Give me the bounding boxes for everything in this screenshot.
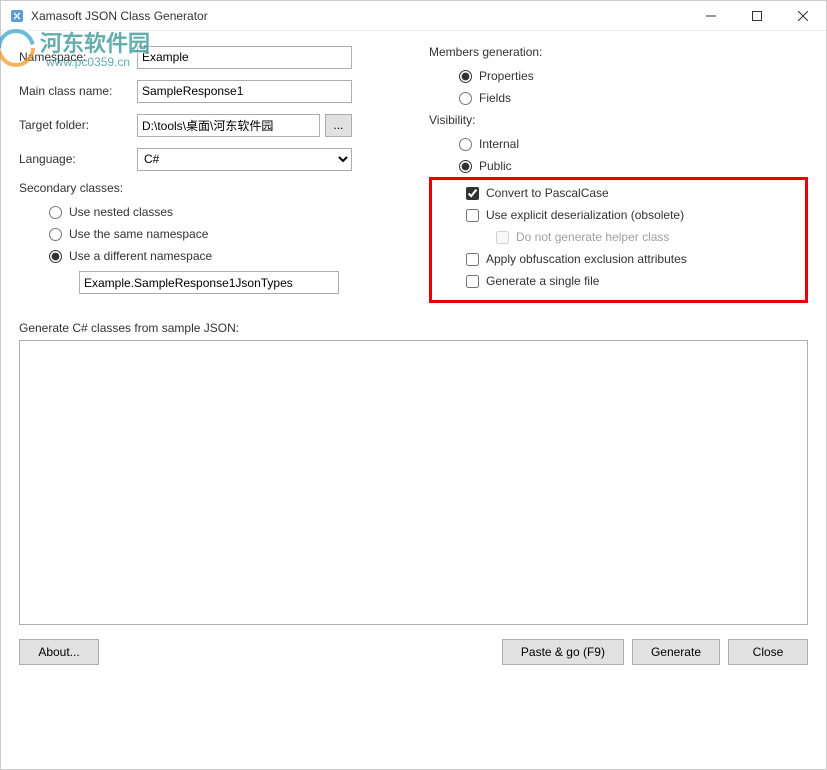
- options-highlight-box: Convert to PascalCase Use explicit deser…: [429, 177, 808, 303]
- close-window-button[interactable]: [780, 1, 826, 30]
- fields-radio[interactable]: [459, 92, 472, 105]
- members-label: Members generation:: [429, 45, 808, 59]
- samens-label: Use the same namespace: [69, 227, 208, 241]
- public-label: Public: [479, 159, 512, 173]
- explicit-checkbox[interactable]: [466, 209, 479, 222]
- app-icon: [9, 8, 25, 24]
- pascal-label: Convert to PascalCase: [486, 186, 609, 200]
- diffns-radio[interactable]: [49, 250, 62, 263]
- single-checkbox[interactable]: [466, 275, 479, 288]
- nohelper-label: Do not generate helper class: [516, 230, 669, 244]
- nohelper-checkbox: [496, 231, 509, 244]
- properties-label: Properties: [479, 69, 534, 83]
- obfus-label: Apply obfuscation exclusion attributes: [486, 252, 687, 266]
- about-button[interactable]: About...: [19, 639, 99, 665]
- titlebar: Xamasoft JSON Class Generator: [1, 1, 826, 31]
- browse-button[interactable]: ...: [325, 114, 352, 137]
- samens-radio[interactable]: [49, 228, 62, 241]
- language-select[interactable]: C#: [137, 148, 352, 171]
- window-title: Xamasoft JSON Class Generator: [31, 9, 688, 23]
- internal-radio[interactable]: [459, 138, 472, 151]
- generate-button[interactable]: Generate: [632, 639, 720, 665]
- nested-label: Use nested classes: [69, 205, 173, 219]
- pascal-checkbox[interactable]: [466, 187, 479, 200]
- target-input[interactable]: [137, 114, 320, 137]
- diffns-input[interactable]: [79, 271, 339, 294]
- close-button[interactable]: Close: [728, 639, 808, 665]
- internal-label: Internal: [479, 137, 519, 151]
- fields-label: Fields: [479, 91, 511, 105]
- namespace-label: Namespace:: [19, 50, 137, 64]
- target-label: Target folder:: [19, 118, 137, 132]
- diffns-label: Use a different namespace: [69, 249, 212, 263]
- json-textarea[interactable]: [19, 340, 808, 625]
- minimize-button[interactable]: [688, 1, 734, 30]
- public-radio[interactable]: [459, 160, 472, 173]
- properties-radio[interactable]: [459, 70, 472, 83]
- visibility-label: Visibility:: [429, 113, 808, 127]
- nested-radio[interactable]: [49, 206, 62, 219]
- namespace-input[interactable]: [137, 46, 352, 69]
- generate-prompt-label: Generate C# classes from sample JSON:: [1, 303, 826, 340]
- single-label: Generate a single file: [486, 274, 599, 288]
- explicit-label: Use explicit deserialization (obsolete): [486, 208, 684, 222]
- language-label: Language:: [19, 152, 137, 166]
- secondary-label: Secondary classes:: [19, 181, 409, 195]
- mainclass-input[interactable]: [137, 80, 352, 103]
- mainclass-label: Main class name:: [19, 84, 137, 98]
- paste-go-button[interactable]: Paste & go (F9): [502, 639, 624, 665]
- maximize-button[interactable]: [734, 1, 780, 30]
- obfus-checkbox[interactable]: [466, 253, 479, 266]
